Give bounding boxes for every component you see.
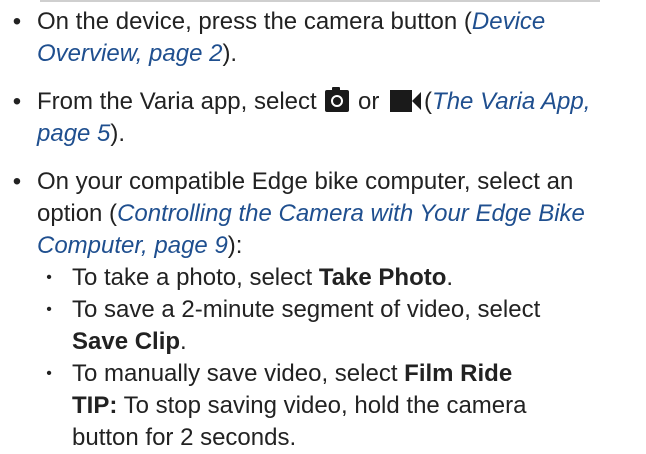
bullet-2-line-2: page 5).: [37, 118, 125, 150]
sub-bullet-1: To take a photo, select Take Photo.: [72, 262, 453, 294]
link-controlling-camera[interactable]: Controlling the Camera with Your Edge Bi…: [117, 200, 585, 227]
sub-bullet-2-line-2: Save Clip.: [72, 326, 187, 358]
sub-bullet-marker: •: [46, 365, 52, 382]
top-clipped-line: [0, 0, 646, 4]
text: ).: [222, 40, 238, 67]
sub-bullet-marker: •: [46, 301, 52, 318]
bullet-2-line-1: From the Varia app, select or (The Varia…: [37, 87, 591, 115]
option-take-photo: Take Photo: [318, 264, 447, 291]
bullet-marker: •: [12, 8, 22, 35]
bullet-3-line-3: Computer, page 9):: [37, 230, 242, 262]
camera-icon: [325, 87, 350, 112]
link-device-overview-cont[interactable]: Overview, page 2: [37, 40, 222, 67]
text: To save a 2-minute segment of video, sel…: [72, 296, 541, 323]
link-varia-app[interactable]: The Varia App,: [432, 88, 590, 115]
tip-label: TIP:: [72, 392, 118, 419]
tip-line-2: button for 2 seconds.: [72, 422, 296, 454]
video-camera-icon: [390, 90, 422, 112]
text: ).: [110, 120, 126, 147]
bullet-marker: •: [12, 88, 22, 115]
text: On the device, press the camera button (: [37, 8, 472, 35]
bullet-3-line-1: On your compatible Edge bike computer, s…: [37, 166, 573, 198]
text: .: [180, 328, 187, 355]
sub-bullet-2-line-1: To save a 2-minute segment of video, sel…: [72, 294, 540, 326]
tip-text: button for 2 seconds.: [72, 424, 297, 451]
text: To manually save video, select: [72, 360, 405, 387]
document-page: • On the device, press the camera button…: [0, 0, 646, 451]
option-film-ride: Film Ride: [404, 360, 513, 387]
link-varia-app-cont[interactable]: page 5: [37, 120, 110, 147]
sub-bullet-3-line-1: To manually save video, select Film Ride: [72, 358, 512, 390]
tip-text: To stop saving video, hold the camera: [117, 392, 527, 419]
sub-bullet-marker: •: [46, 269, 52, 286]
link-device-overview[interactable]: Device: [472, 8, 545, 35]
text: .: [446, 264, 454, 291]
bullet-1-line-2: Overview, page 2).: [37, 38, 237, 70]
text: On your compatible Edge bike computer, s…: [37, 168, 574, 195]
tip-line-1: TIP: To stop saving video, hold the came…: [72, 390, 526, 422]
bullet-marker: •: [12, 168, 22, 195]
text: ):: [227, 232, 243, 259]
bullet-1-line-1: On the device, press the camera button (…: [37, 6, 545, 38]
link-controlling-camera-cont[interactable]: Computer, page 9: [37, 232, 228, 259]
option-save-clip: Save Clip: [72, 328, 181, 355]
text: option (: [37, 200, 118, 227]
text: or: [358, 88, 380, 115]
text: From the Varia app, select: [37, 88, 317, 115]
text: To take a photo, select: [72, 264, 319, 291]
bullet-3-line-2: option (Controlling the Camera with Your…: [37, 198, 585, 230]
